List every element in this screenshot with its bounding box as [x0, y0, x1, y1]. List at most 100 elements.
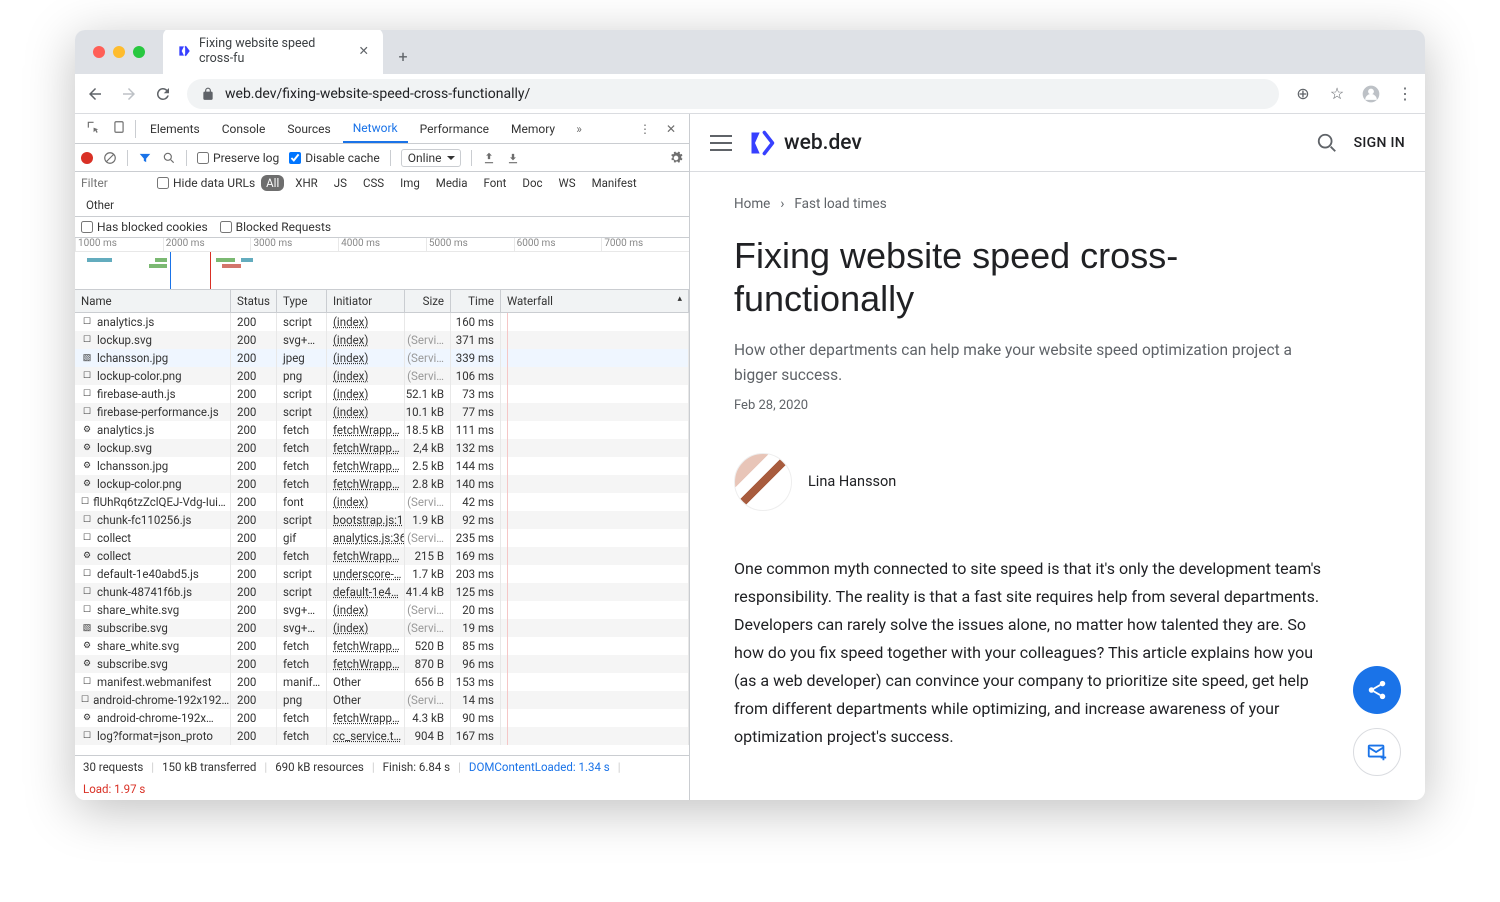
download-har-icon[interactable] [506, 151, 520, 165]
filter-ws[interactable]: WS [554, 175, 581, 191]
col-status[interactable]: Status [231, 290, 277, 312]
share-fab[interactable] [1353, 666, 1401, 714]
network-row[interactable]: ▧subscribe.svg200svg+…(index)(Servi…19 m… [75, 619, 689, 637]
author-name[interactable]: Lina Hansson [808, 473, 896, 490]
filter-xhr[interactable]: XHR [290, 175, 323, 191]
upload-har-icon[interactable] [482, 151, 496, 165]
preserve-log-checkbox[interactable]: Preserve log [197, 151, 279, 165]
search-button[interactable] [1316, 132, 1338, 154]
network-row[interactable]: ▧lchansson.jpg200jpeg(index)(Servi…339 m… [75, 349, 689, 367]
filter-media[interactable]: Media [431, 175, 473, 191]
author-avatar[interactable] [734, 453, 792, 511]
filter-icon[interactable] [138, 151, 152, 165]
filter-manifest[interactable]: Manifest [587, 175, 642, 191]
more-tabs-icon[interactable]: » [567, 122, 591, 136]
hide-data-urls-checkbox[interactable]: Hide data URLs [157, 176, 255, 190]
site-logo[interactable]: web.dev [748, 129, 862, 157]
network-row[interactable]: ☐default-1e40abd5.js200scriptunderscore-… [75, 565, 689, 583]
subscribe-fab[interactable] [1353, 728, 1401, 776]
inspect-icon[interactable] [81, 120, 105, 137]
network-row[interactable]: ☐firebase-performance.js200script(index)… [75, 403, 689, 421]
network-row[interactable]: ⚙share_white.svg200fetchfetchWrapp…520 B… [75, 637, 689, 655]
network-row[interactable]: ☐firebase-auth.js200script(index)52.1 kB… [75, 385, 689, 403]
record-button[interactable] [81, 152, 93, 164]
col-waterfall[interactable]: Waterfall [501, 290, 689, 312]
network-row[interactable]: ☐lockup-color.png200png(index)(Servi…106… [75, 367, 689, 385]
network-row[interactable]: ☐chunk-fc110256.js200scriptbootstrap.js:… [75, 511, 689, 529]
tab-network[interactable]: Network [343, 114, 408, 143]
close-tab-icon[interactable]: ✕ [359, 43, 369, 59]
blocked-requests-checkbox[interactable]: Blocked Requests [220, 220, 331, 234]
menu-icon[interactable]: ⋮ [1395, 84, 1415, 104]
browser-tab[interactable]: Fixing website speed cross-fu ✕ [163, 30, 383, 74]
filter-other[interactable]: Other [81, 197, 119, 213]
network-row[interactable]: ⚙lockup-color.png200fetchfetchWrapp…2.8 … [75, 475, 689, 493]
network-overview[interactable]: 1000 ms2000 ms3000 ms4000 ms5000 ms6000 … [75, 238, 689, 290]
minimize-window-button[interactable] [113, 46, 125, 58]
chevron-right-icon: › [780, 196, 784, 212]
blocked-cookies-checkbox[interactable]: Has blocked cookies [81, 220, 208, 234]
disable-cache-checkbox[interactable]: Disable cache [289, 151, 380, 165]
tab-memory[interactable]: Memory [501, 114, 565, 143]
lock-icon [201, 87, 215, 101]
network-row[interactable]: ☐chunk-48741f6b.js200scriptdefault-1e4…4… [75, 583, 689, 601]
new-tab-button[interactable]: + [389, 42, 417, 70]
network-row[interactable]: ☐flUhRq6tzZclQEJ-Vdg-Iui…200font(index)(… [75, 493, 689, 511]
filter-js[interactable]: JS [329, 175, 352, 191]
network-row[interactable]: ⚙analytics.js200fetchfetchWrapp…18.5 kB1… [75, 421, 689, 439]
signin-button[interactable]: SIGN IN [1354, 135, 1405, 151]
network-row[interactable]: ☐manifest.webmanifest200manif…Other656 B… [75, 673, 689, 691]
col-name[interactable]: Name [75, 290, 231, 312]
search-icon[interactable] [162, 151, 176, 165]
col-size[interactable]: Size [405, 290, 451, 312]
network-row[interactable]: ⚙lockup.svg200fetchfetchWrapp…2,4 kB132 … [75, 439, 689, 457]
bookmark-icon[interactable]: ☆ [1327, 84, 1347, 104]
tab-title: Fixing website speed cross-fu [199, 36, 345, 66]
devtools-close-icon[interactable]: ✕ [659, 122, 683, 136]
network-row[interactable]: ☐analytics.js200script(index)160 ms [75, 313, 689, 331]
network-row[interactable]: ☐share_white.svg200svg+…(index)(Servi…20… [75, 601, 689, 619]
filter-img[interactable]: Img [395, 175, 425, 191]
filter-all[interactable]: All [261, 175, 284, 191]
webdev-favicon [177, 44, 191, 58]
address-bar[interactable]: web.dev/fixing-website-speed-cross-funct… [187, 79, 1279, 109]
page-content: web.dev SIGN IN Home › Fast load times F… [690, 114, 1425, 800]
network-row[interactable]: ☐android-chrome-192x192…200pngOther(Serv… [75, 691, 689, 709]
filter-font[interactable]: Font [478, 175, 511, 191]
network-row[interactable]: ☐lockup.svg200svg+…(index)(Servi…371 ms [75, 331, 689, 349]
network-row[interactable]: ⚙lchansson.jpg200fetchfetchWrapp…2.5 kB1… [75, 457, 689, 475]
crumb-home[interactable]: Home [734, 196, 770, 212]
tab-elements[interactable]: Elements [140, 114, 210, 143]
network-row[interactable]: ⚙collect200fetchfetchWrapp…215 B169 ms [75, 547, 689, 565]
devtools-panel: Elements Console Sources Network Perform… [75, 114, 690, 800]
network-row[interactable]: ☐log?format=json_proto200fetchcc_service… [75, 727, 689, 745]
filter-css[interactable]: CSS [358, 175, 389, 191]
col-time[interactable]: Time [451, 290, 501, 312]
settings-icon[interactable] [669, 151, 683, 165]
tab-sources[interactable]: Sources [277, 114, 340, 143]
profile-icon[interactable] [1361, 84, 1381, 104]
network-table-body[interactable]: ☐analytics.js200script(index)160 ms☐lock… [75, 313, 689, 755]
network-row[interactable]: ☐collect200gifanalytics.js:36(Servi…235 … [75, 529, 689, 547]
crumb-section[interactable]: Fast load times [794, 196, 886, 212]
devtools-menu-icon[interactable]: ⋮ [633, 122, 657, 136]
device-toggle-icon[interactable] [107, 120, 131, 137]
reload-button[interactable] [153, 84, 173, 104]
network-summary: 30 requests| 150 kB transferred| 690 kB … [75, 755, 689, 800]
filter-doc[interactable]: Doc [517, 175, 547, 191]
tab-performance[interactable]: Performance [410, 114, 499, 143]
network-row[interactable]: ⚙subscribe.svg200fetchfetchWrapp…870 B96… [75, 655, 689, 673]
col-type[interactable]: Type [277, 290, 327, 312]
col-initiator[interactable]: Initiator [327, 290, 405, 312]
clear-icon[interactable] [103, 151, 117, 165]
tab-console[interactable]: Console [212, 114, 276, 143]
close-window-button[interactable] [93, 46, 105, 58]
throttling-select[interactable]: Online [401, 149, 461, 167]
back-button[interactable] [85, 84, 105, 104]
filter-input[interactable] [81, 176, 151, 190]
network-row[interactable]: ⚙android-chrome-192x…200fetchfetchWrapp…… [75, 709, 689, 727]
install-icon[interactable]: ⊕ [1293, 84, 1313, 104]
menu-button[interactable] [710, 135, 732, 151]
forward-button[interactable] [119, 84, 139, 104]
maximize-window-button[interactable] [133, 46, 145, 58]
